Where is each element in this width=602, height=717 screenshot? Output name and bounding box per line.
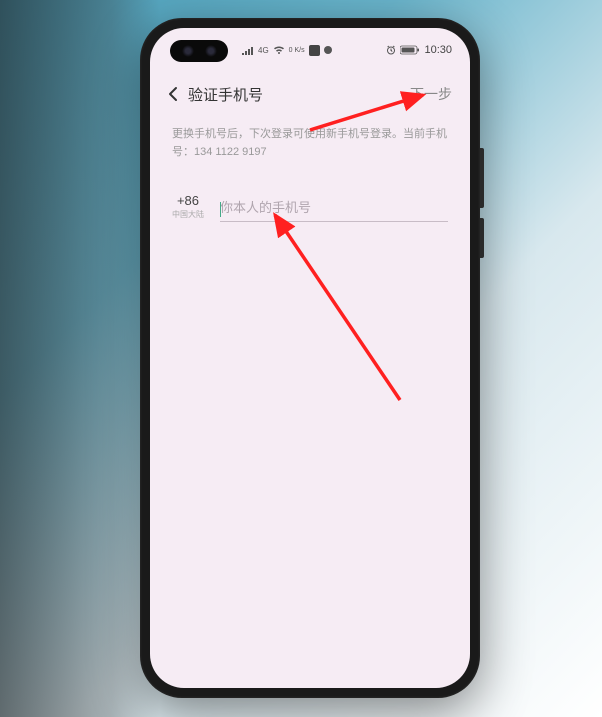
header-left: 验证手机号 bbox=[168, 84, 263, 105]
description-line: 号：134 1122 9197 bbox=[172, 144, 448, 162]
app-icon bbox=[309, 45, 320, 56]
network-label: 4G bbox=[258, 46, 269, 55]
battery-icon bbox=[400, 45, 420, 55]
speed-label: 0 K/s bbox=[289, 47, 305, 54]
country-code-label: 中国大陆 bbox=[172, 209, 204, 220]
phone-side-button bbox=[480, 218, 484, 258]
screen: 4G 0 K/s 10:30 bbox=[150, 28, 470, 688]
phone-input-row: +86 中国大陆 bbox=[172, 193, 448, 222]
signal-icon bbox=[242, 45, 254, 55]
alarm-icon bbox=[386, 45, 396, 55]
status-right: 10:30 bbox=[386, 44, 452, 56]
status-left: 4G 0 K/s bbox=[242, 45, 332, 56]
back-icon[interactable] bbox=[168, 86, 178, 102]
notification-dot-icon bbox=[324, 46, 332, 54]
input-cursor-icon bbox=[220, 202, 221, 217]
wifi-icon bbox=[273, 45, 285, 55]
status-time: 10:30 bbox=[424, 44, 452, 56]
phone-input-wrap bbox=[220, 199, 448, 222]
description-line: 更换手机号后，下次登录可使用新手机号登录。当前手机 bbox=[172, 126, 448, 144]
phone-side-button bbox=[480, 148, 484, 208]
hand-shadow bbox=[0, 0, 160, 717]
phone-frame: 4G 0 K/s 10:30 bbox=[140, 18, 480, 698]
phone-number-input[interactable] bbox=[220, 200, 448, 215]
description-text: 更换手机号后，下次登录可使用新手机号登录。当前手机 号：134 1122 919… bbox=[172, 126, 448, 161]
page-header: 验证手机号 下一步 bbox=[150, 72, 470, 116]
country-code-value: +86 bbox=[177, 193, 199, 208]
status-bar: 4G 0 K/s 10:30 bbox=[150, 38, 470, 62]
next-button[interactable]: 下一步 bbox=[410, 84, 452, 104]
country-code-selector[interactable]: +86 中国大陆 bbox=[172, 193, 204, 222]
page-title: 验证手机号 bbox=[188, 84, 263, 105]
